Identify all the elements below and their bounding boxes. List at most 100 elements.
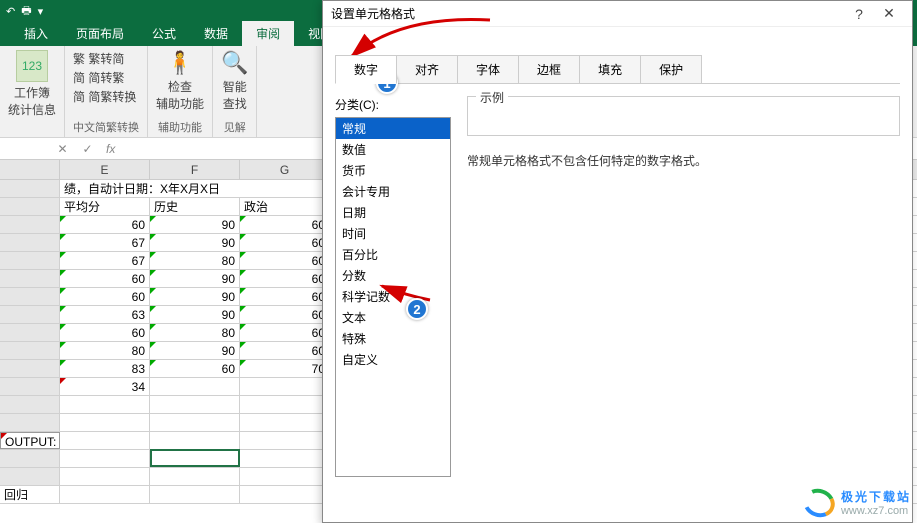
dialog-tab-number[interactable]: 数字 (335, 55, 397, 84)
cell[interactable]: 67 (60, 234, 150, 251)
fx-label[interactable]: fx (100, 142, 121, 156)
ribbon-group-accessibility: 🧍 检查 辅助功能 辅助功能 (148, 46, 213, 137)
cell[interactable]: 60 (240, 324, 330, 341)
cell[interactable]: 80 (150, 324, 240, 341)
cell[interactable]: 90 (150, 216, 240, 233)
cell[interactable] (60, 450, 150, 467)
category-item[interactable]: 科学记数 (336, 286, 450, 307)
title-cell[interactable]: 绩，自动计日期：X年X月X日 (60, 180, 330, 197)
cell[interactable]: 63 (60, 306, 150, 323)
cell[interactable]: 60 (240, 270, 330, 287)
cell[interactable]: 60 (150, 360, 240, 377)
cell[interactable] (60, 432, 150, 449)
cell[interactable] (240, 450, 330, 467)
cell[interactable]: 60 (240, 342, 330, 359)
category-listbox[interactable]: 常规数值货币会计专用日期时间百分比分数科学记数文本特殊自定义 (335, 117, 451, 477)
cell[interactable]: 60 (240, 306, 330, 323)
dialog-tab-alignment[interactable]: 对齐 (396, 55, 458, 83)
cell[interactable] (150, 414, 240, 431)
cell[interactable] (240, 432, 330, 449)
cell[interactable]: 67 (60, 252, 150, 269)
cell[interactable]: 90 (150, 288, 240, 305)
cell[interactable]: 60 (240, 252, 330, 269)
cell[interactable]: 60 (60, 324, 150, 341)
category-item[interactable]: 自定义 (336, 349, 450, 370)
category-item[interactable]: 常规 (336, 118, 450, 139)
col-header-f[interactable]: F (150, 160, 240, 179)
category-item[interactable]: 会计专用 (336, 181, 450, 202)
cell[interactable]: 90 (150, 234, 240, 251)
category-item[interactable]: 数值 (336, 139, 450, 160)
cell[interactable] (240, 486, 330, 503)
simp-to-trad-button[interactable]: 简 简转繁 (73, 69, 139, 86)
col-header-e[interactable]: E (60, 160, 150, 179)
cell[interactable]: 34 (60, 378, 150, 395)
smart-lookup-button[interactable]: 🔍 智能 查找 (221, 50, 248, 112)
qat-print-icon[interactable]: 🖶 (21, 2, 31, 21)
trad-to-simp-button[interactable]: 繁 繁转简 (73, 50, 139, 67)
cell[interactable]: 60 (60, 216, 150, 233)
tab-data[interactable]: 数据 (190, 21, 242, 46)
tab-review[interactable]: 审阅 (242, 21, 294, 46)
cell[interactable] (60, 396, 150, 413)
enter-icon[interactable]: ✓ (82, 142, 92, 156)
cell[interactable]: 60 (60, 288, 150, 305)
cell[interactable] (150, 450, 240, 467)
category-item[interactable]: 日期 (336, 202, 450, 223)
category-item[interactable]: 货币 (336, 160, 450, 181)
cell[interactable] (240, 468, 330, 485)
cell[interactable]: 80 (60, 342, 150, 359)
dialog-title: 设置单元格格式 (331, 5, 844, 22)
quick-access-toolbar: ↶ 🖶 ▾ (6, 2, 43, 21)
cell[interactable] (60, 486, 150, 503)
dialog-close-button[interactable]: ✕ (874, 5, 904, 22)
cell[interactable]: 90 (150, 306, 240, 323)
dialog-help-button[interactable]: ? (844, 6, 874, 22)
cell[interactable]: 60 (240, 234, 330, 251)
cancel-icon[interactable]: ✕ (57, 142, 67, 156)
tab-pagelayout[interactable]: 页面布局 (62, 21, 138, 46)
cell[interactable] (150, 432, 240, 449)
dialog-tab-border[interactable]: 边框 (518, 55, 580, 83)
category-item[interactable]: 百分比 (336, 244, 450, 265)
category-item[interactable]: 分数 (336, 265, 450, 286)
dialog-tab-fill[interactable]: 填充 (579, 55, 641, 83)
cell[interactable] (150, 378, 240, 395)
cell[interactable]: 60 (240, 216, 330, 233)
cell[interactable] (60, 414, 150, 431)
cell[interactable]: 60 (240, 288, 330, 305)
category-item[interactable]: 时间 (336, 223, 450, 244)
qat-undo-icon[interactable]: ↶ (6, 5, 15, 18)
simp-trad-convert-button[interactable]: 简 简繁转换 (73, 88, 139, 105)
cell[interactable]: 政治 (240, 198, 330, 215)
cell[interactable] (150, 468, 240, 485)
cell[interactable] (240, 378, 330, 395)
accessibility-group-label: 辅助功能 (156, 119, 204, 135)
cell[interactable] (60, 468, 150, 485)
workbook-stats-button[interactable]: 123 工作簿 统计信息 (8, 50, 56, 118)
cell[interactable]: 83 (60, 360, 150, 377)
category-label: 分类(C): (335, 96, 451, 113)
dialog-tab-protection[interactable]: 保护 (640, 55, 702, 83)
cell[interactable]: 90 (150, 270, 240, 287)
preview-box: 示例 (467, 96, 900, 136)
accessibility-icon: 🧍 (166, 50, 193, 76)
col-header-g[interactable]: G (240, 160, 330, 179)
cell[interactable]: 历史 (150, 198, 240, 215)
check-accessibility-button[interactable]: 🧍 检查 辅助功能 (156, 50, 204, 112)
cell[interactable]: 80 (150, 252, 240, 269)
tab-insert[interactable]: 插入 (10, 21, 62, 46)
cell[interactable]: 平均分 (60, 198, 150, 215)
watermark: 极光下载站 www.xz7.com (803, 488, 911, 517)
category-item[interactable]: 文本 (336, 307, 450, 328)
cell[interactable]: 60 (60, 270, 150, 287)
tab-formulas[interactable]: 公式 (138, 21, 190, 46)
cell[interactable]: 70 (240, 360, 330, 377)
dialog-tab-font[interactable]: 字体 (457, 55, 519, 83)
cell[interactable] (150, 396, 240, 413)
cell[interactable]: 90 (150, 342, 240, 359)
cell[interactable] (240, 396, 330, 413)
cell[interactable] (240, 414, 330, 431)
cell[interactable] (150, 486, 240, 503)
category-item[interactable]: 特殊 (336, 328, 450, 349)
